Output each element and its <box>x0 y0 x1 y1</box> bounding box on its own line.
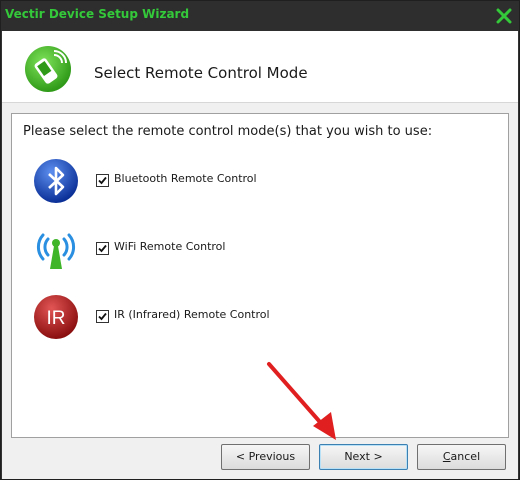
bluetooth-checkbox[interactable] <box>96 174 109 187</box>
remote-phone-icon <box>24 45 72 93</box>
cancel-accelerator: C <box>442 450 451 463</box>
infrared-checkbox[interactable] <box>96 310 109 323</box>
bluetooth-label[interactable]: Bluetooth Remote Control <box>114 172 257 185</box>
infrared-label[interactable]: IR (Infrared) Remote Control <box>114 308 270 321</box>
cancel-label-rest: ancel <box>450 450 481 463</box>
instruction-text: Please select the remote control mode(s)… <box>23 124 433 139</box>
wizard-window: Vectir Device Setup Wizard Select Remote… <box>0 0 520 480</box>
wizard-header: Select Remote Control Mode <box>2 31 518 103</box>
mode-row-wifi: WiFi Remote Control <box>32 225 332 273</box>
next-button[interactable]: Next > <box>319 444 408 470</box>
title-bar[interactable]: Vectir Device Setup Wizard <box>1 1 519 31</box>
wifi-antenna-icon <box>32 225 80 273</box>
ir-icon: IR <box>32 293 80 341</box>
previous-button[interactable]: < Previous <box>221 444 310 470</box>
mode-row-bluetooth: Bluetooth Remote Control <box>32 157 332 205</box>
window-title: Vectir Device Setup Wizard <box>5 7 190 21</box>
wizard-client-area: Select Remote Control Mode Please select… <box>2 31 518 479</box>
mode-row-infrared: IR IR (Infrared) Remote Control <box>32 293 332 341</box>
wifi-label[interactable]: WiFi Remote Control <box>114 240 225 253</box>
page-title: Select Remote Control Mode <box>94 64 308 82</box>
mode-selection-panel: Please select the remote control mode(s)… <box>11 113 509 438</box>
close-icon[interactable] <box>493 5 515 27</box>
ir-icon-text: IR <box>47 308 66 329</box>
cancel-button[interactable]: Cancel <box>417 444 506 470</box>
wifi-checkbox[interactable] <box>96 242 109 255</box>
bluetooth-icon <box>32 157 80 205</box>
